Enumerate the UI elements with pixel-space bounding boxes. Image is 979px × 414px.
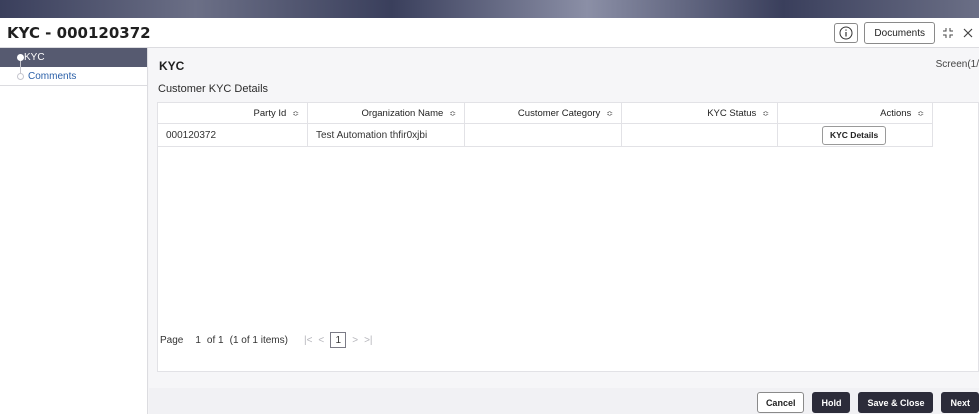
save-close-button[interactable]: Save & Close xyxy=(858,392,934,413)
sidebar-item-comments[interactable]: Comments xyxy=(0,67,147,86)
column-header-organization-name[interactable]: Organization Name ≎ xyxy=(308,103,465,123)
info-button[interactable] xyxy=(834,23,859,43)
page-items-count: (1 of 1 items) xyxy=(229,334,288,346)
expand-icon xyxy=(943,28,953,38)
top-banner xyxy=(0,0,979,18)
window-title: KYC - 000120372 xyxy=(7,23,151,42)
pagination: Page 1 of 1 (1 of 1 items) |< < 1 > >| xyxy=(157,328,373,352)
screen-indicator: Screen(1/ xyxy=(935,59,979,70)
documents-button[interactable]: Documents xyxy=(864,22,935,44)
header-actions: Documents xyxy=(834,18,979,48)
close-icon xyxy=(963,28,973,38)
cancel-button[interactable]: Cancel xyxy=(756,392,805,413)
cell-organization-name: Test Automation thfir0xjbi xyxy=(308,124,465,146)
sort-icon: ≎ xyxy=(606,108,613,118)
footer-actions: Cancel Hold Save & Close Next xyxy=(756,392,979,413)
sidebar: KYC Comments xyxy=(0,48,148,414)
first-page-button[interactable]: |< xyxy=(304,335,312,346)
next-button[interactable]: Next xyxy=(941,392,979,413)
sidebar-item-kyc[interactable]: KYC xyxy=(0,48,147,67)
close-button[interactable] xyxy=(961,24,975,42)
sort-icon: ≎ xyxy=(292,108,299,118)
step-active-icon xyxy=(17,54,24,61)
main-panel: KYC Screen(1/ Customer KYC Details Party… xyxy=(149,48,979,388)
page-current: 1 xyxy=(195,334,201,346)
table-header-row: Party Id ≎ Organization Name ≎ Customer Ca… xyxy=(158,103,933,124)
page-total: of 1 xyxy=(206,334,224,346)
sidebar-item-label: KYC xyxy=(24,52,45,63)
subsection-title: Customer KYC Details xyxy=(158,83,269,95)
footer-bar: Cancel Hold Save & Close Next xyxy=(149,388,979,414)
info-icon xyxy=(839,26,853,40)
prev-page-button[interactable]: < xyxy=(318,335,324,346)
page-number-box[interactable]: 1 xyxy=(330,332,347,348)
column-header-actions[interactable]: Actions ≎ xyxy=(778,103,933,123)
step-pending-icon xyxy=(17,73,24,80)
hold-button[interactable]: Hold xyxy=(812,392,851,413)
sort-icon: ≎ xyxy=(762,108,769,118)
expand-button[interactable] xyxy=(941,24,955,42)
sort-icon: ≎ xyxy=(449,108,456,118)
table-row[interactable]: 000120372 Test Automation thfir0xjbi KYC… xyxy=(158,124,933,147)
column-header-customer-category[interactable]: Customer Category ≎ xyxy=(465,103,622,123)
sort-icon: ≎ xyxy=(917,108,924,118)
cell-actions: KYC Details xyxy=(778,124,933,146)
kyc-details-button[interactable]: KYC Details xyxy=(822,125,887,145)
sidebar-item-label: Comments xyxy=(28,70,77,82)
cell-kyc-status xyxy=(622,124,778,146)
last-page-button[interactable]: >| xyxy=(364,335,372,346)
page-label: Page xyxy=(160,334,184,346)
cell-party-id: 000120372 xyxy=(158,124,308,146)
next-page-button[interactable]: > xyxy=(352,335,358,346)
section-title: KYC xyxy=(159,59,185,73)
cell-customer-category xyxy=(465,124,622,146)
column-header-kyc-status[interactable]: KYC Status ≎ xyxy=(622,103,778,123)
window-header: KYC - 000120372 Documents xyxy=(0,18,979,48)
column-header-party-id[interactable]: Party Id ≎ xyxy=(158,103,308,123)
